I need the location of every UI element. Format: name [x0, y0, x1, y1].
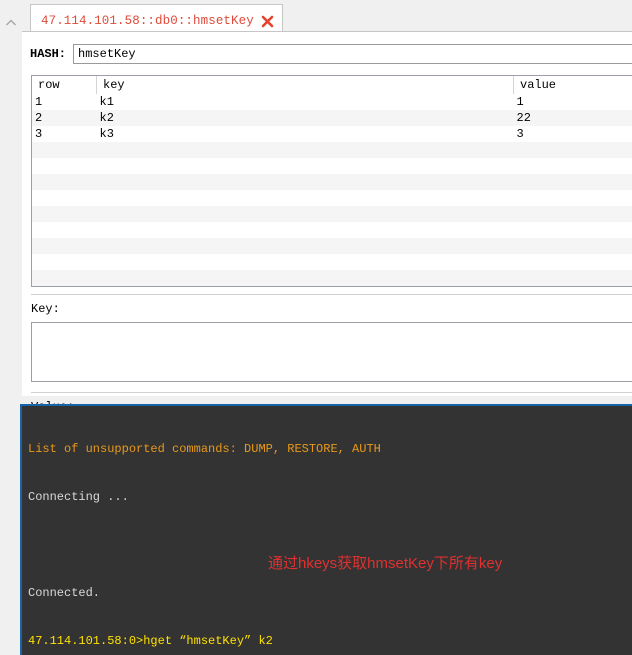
- chevron-up-icon[interactable]: [5, 18, 17, 28]
- table-row-empty: [32, 254, 632, 270]
- annotation-text: 通过hkeys获取hmsetKey下所有key: [268, 555, 503, 572]
- column-header-key[interactable]: key: [96, 76, 514, 94]
- divider-above-key: [31, 294, 632, 295]
- console-line-command: 47.114.101.58:0>hget “hmsetKey” k2: [28, 634, 273, 648]
- cell-value: 22: [516, 111, 531, 125]
- column-header-value[interactable]: value: [513, 76, 632, 94]
- table-row-empty: [32, 142, 632, 158]
- table-row-empty: [32, 174, 632, 190]
- key-field-label: Key:: [31, 302, 60, 316]
- redis-client-window: 47.114.101.58::db0::hmsetKey HASH: row k…: [0, 0, 632, 655]
- hash-fields-table[interactable]: row key value 1 k1 1 2 k2 22 3 k3 3: [31, 75, 632, 287]
- table-row-empty: [32, 158, 632, 174]
- table-row[interactable]: 1 k1 1: [32, 94, 632, 110]
- tab-label: 47.114.101.58::db0::hmsetKey: [41, 14, 254, 28]
- table-row-empty: [32, 206, 632, 222]
- tab-hmsetkey[interactable]: 47.114.101.58::db0::hmsetKey: [30, 4, 283, 32]
- console-output: List of unsupported commands: DUMP, REST…: [28, 409, 632, 655]
- table-row[interactable]: 2 k2 22: [32, 110, 632, 126]
- hash-type-label: HASH:: [30, 47, 67, 61]
- tab-strip: 47.114.101.58::db0::hmsetKey: [22, 0, 632, 32]
- cell-key: k3: [99, 127, 114, 141]
- console-line: Connected.: [28, 586, 101, 600]
- cell-row: 3: [35, 127, 43, 141]
- table-row-empty: [32, 270, 632, 286]
- key-field-input[interactable]: [31, 322, 632, 382]
- console-line: List of unsupported commands: DUMP, REST…: [28, 442, 381, 456]
- cell-row: 2: [35, 111, 43, 125]
- left-rail: [0, 0, 23, 396]
- column-header-row[interactable]: row: [32, 76, 97, 94]
- table-row-empty: [32, 190, 632, 206]
- console-line-blank: [28, 537, 632, 553]
- cell-key: k1: [99, 95, 114, 109]
- table-row[interactable]: 3 k3 3: [32, 126, 632, 142]
- hash-key-row: HASH:: [22, 42, 632, 66]
- cell-key: k2: [99, 111, 114, 125]
- table-body: 1 k1 1 2 k2 22 3 k3 3: [32, 94, 632, 286]
- table-row-empty: [32, 238, 632, 254]
- redis-console[interactable]: List of unsupported commands: DUMP, REST…: [20, 404, 632, 655]
- hash-table: row key value 1 k1 1 2 k2 22 3 k3 3: [32, 76, 632, 286]
- divider-above-value: [31, 392, 632, 393]
- cell-value: 3: [516, 127, 524, 141]
- hash-key-input[interactable]: [73, 44, 632, 64]
- cell-row: 1: [35, 95, 43, 109]
- table-row-empty: [32, 222, 632, 238]
- cell-value: 1: [516, 95, 524, 109]
- close-icon[interactable]: [261, 15, 274, 28]
- console-line: Connecting ...: [28, 490, 129, 504]
- hash-editor-panel: HASH: row key value 1 k1 1: [22, 31, 632, 434]
- table-header-row: row key value: [32, 76, 632, 94]
